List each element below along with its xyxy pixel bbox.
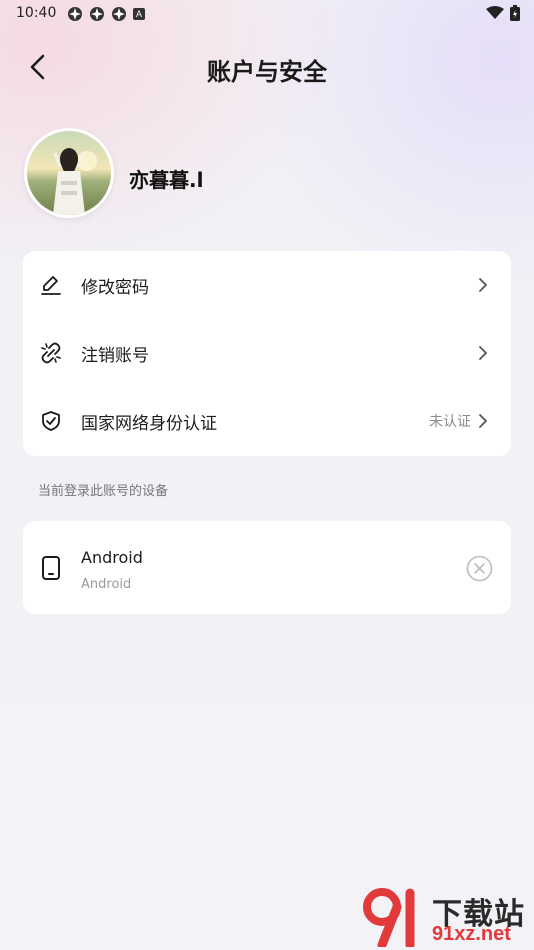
status-time: 10:40 (16, 5, 57, 21)
remove-device-button[interactable] (466, 555, 493, 582)
edit-icon (41, 276, 61, 295)
a-icon: A (133, 8, 145, 20)
watermark-logo: 下载站 91xz.net (362, 887, 532, 950)
wifi-icon (486, 6, 504, 19)
shield-check-icon (42, 411, 60, 431)
menu-item-label: 注销账号 (81, 345, 149, 366)
username: 亦暮暮.l (129, 168, 204, 192)
watermark-url: 91xz.net (432, 923, 511, 945)
avatar-image (27, 131, 111, 215)
menu-item-delete-account[interactable]: 注销账号 (23, 319, 511, 387)
app-icon (90, 7, 104, 21)
device-subtitle: Android (81, 577, 132, 592)
chevron-right-icon (479, 414, 487, 428)
settings-menu-card: 修改密码 注销账号 国家网络身份认证 未认证 (23, 251, 511, 456)
verification-status: 未认证 (429, 414, 471, 430)
avatar[interactable] (24, 128, 114, 218)
menu-item-label: 修改密码 (81, 277, 149, 298)
watermark-91-icon (363, 888, 415, 950)
battery-icon (510, 5, 520, 21)
menu-item-change-password[interactable]: 修改密码 (23, 251, 511, 319)
device-item: Android Android (23, 521, 511, 614)
app-icon (68, 7, 82, 21)
devices-section-label: 当前登录此账号的设备 (38, 484, 169, 499)
menu-item-national-id-verification[interactable]: 国家网络身份认证 未认证 (23, 387, 511, 455)
chevron-right-icon (479, 278, 487, 292)
unlink-icon (41, 342, 61, 364)
page-title: 账户与安全 (207, 58, 327, 86)
device-name: Android (81, 548, 143, 567)
phone-icon (42, 556, 60, 580)
status-notification-icons: A (67, 6, 145, 22)
status-system-icons (486, 5, 520, 21)
menu-item-label: 国家网络身份认证 (81, 413, 217, 434)
chevron-right-icon (479, 346, 487, 360)
app-icon (112, 7, 126, 21)
